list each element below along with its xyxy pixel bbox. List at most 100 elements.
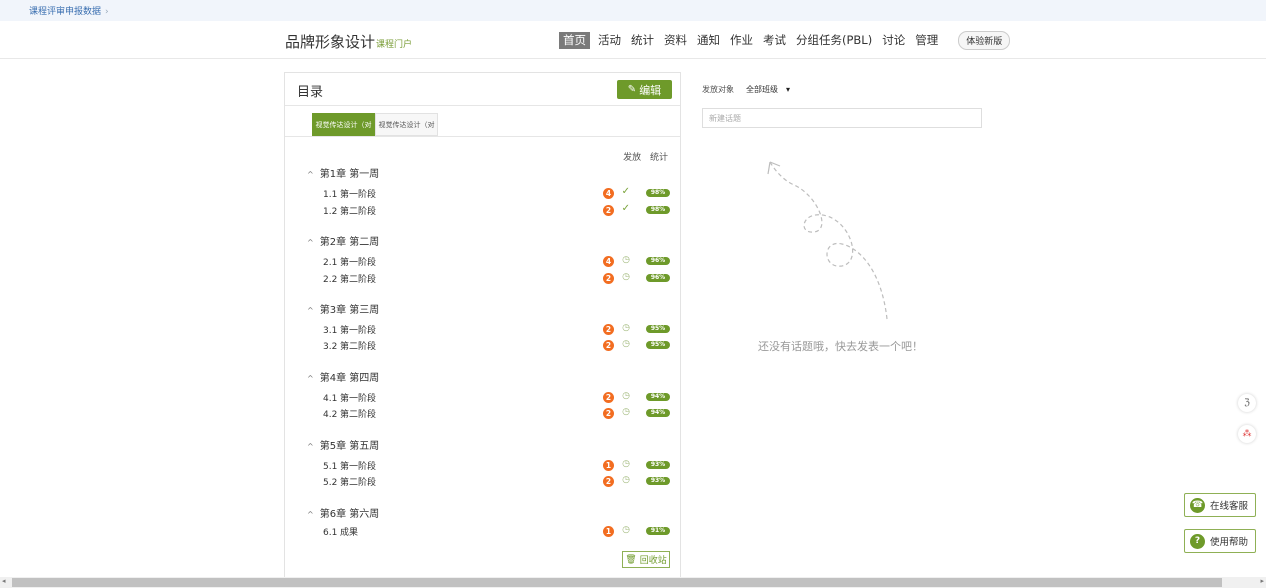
clock-icon: ◷ [622,391,630,401]
count-badge: 2 [603,205,614,216]
chapter-title[interactable]: ^ 第1章 第一周 [307,165,379,180]
clock-icon: ◷ [622,525,630,535]
network-icon[interactable]: ⁂ [1238,425,1256,443]
clock-icon: ◷ [622,407,630,417]
chapter-title[interactable]: ^ 第5章 第五周 [307,437,379,452]
catalog-header: 目录 ✎ 编辑 [285,73,680,106]
section-item[interactable]: 5.1 第一阶段 1 ◷ 93% [323,459,670,473]
nav-materials[interactable]: 资料 [662,32,689,49]
scrollbar-thumb[interactable] [12,578,1222,587]
edit-button[interactable]: ✎ 编辑 [617,80,672,99]
section-number: 4.2 [323,410,338,420]
scroll-right-arrow-icon[interactable]: ▸ [1260,577,1264,585]
section-name: 成果 [340,528,359,538]
chapter: ^ 第4章 第四周 4.1 第一阶段 2 ◷ 94% 4.2 第二阶段 2 ◷ 94% [285,367,680,435]
completion-percent[interactable]: 96% [646,257,670,265]
nav-homework[interactable]: 作业 [728,32,755,49]
section-item[interactable]: 3.1 第一阶段 2 ◷ 95% [323,323,670,337]
section-item[interactable]: 3.2 第二阶段 2 ◷ 95% [323,339,670,353]
nav-exam[interactable]: 考试 [761,32,788,49]
completion-percent[interactable]: 95% [646,341,670,349]
completion-percent[interactable]: 91% [646,527,670,535]
chapter: ^ 第6章 第六周 6.1 成果 1 ◷ 91% [285,503,680,553]
chapter-title-text: 第4章 第四周 [319,373,380,384]
class-tab[interactable]: 视觉传达设计（对 [312,113,375,136]
divider [285,136,680,137]
horizontal-scrollbar[interactable]: ◂ ▸ [0,577,1266,588]
main-nav: 首页 活动 统计 资料 通知 作业 考试 分组任务(PBL) 讨论 管理 体验新… [559,31,1011,50]
clock-icon: ◷ [622,255,630,265]
section-number: 2.2 [323,275,338,285]
nav-home[interactable]: 首页 [559,32,590,49]
chapter-title[interactable]: ^ 第2章 第二周 [307,233,379,248]
help-button[interactable]: ? 使用帮助 [1184,529,1256,553]
section-item[interactable]: 2.1 第一阶段 4 ◷ 96% [323,255,670,269]
course-portal-link[interactable]: 课程门户 [376,40,412,50]
headset-icon: ☎ [1190,497,1205,513]
section-item[interactable]: 2.2 第二阶段 2 ◷ 96% [323,272,670,286]
section-name: 第一阶段 [340,326,377,336]
online-service-label: 在线客服 [1210,501,1249,512]
count-badge: 2 [603,340,614,351]
completion-percent[interactable]: 95% [646,325,670,333]
completion-percent[interactable]: 96% [646,274,670,282]
translate-icon[interactable]: ℨ [1238,394,1256,412]
completion-percent[interactable]: 94% [646,409,670,417]
class-tab[interactable]: 视觉传达设计（对 [375,113,438,136]
section-item[interactable]: 1.2 第二阶段 2 ✓ 98% [323,203,670,218]
chevron-up-icon[interactable]: ^ [307,170,314,179]
completion-percent[interactable]: 94% [646,393,670,401]
edit-label: 编辑 [639,83,662,97]
section-item[interactable]: 4.1 第一阶段 2 ◷ 94% [323,391,670,405]
completion-percent[interactable]: 98% [646,189,670,197]
count-badge: 1 [603,460,614,471]
breadcrumb-label[interactable]: 课程评审申报数据 [29,7,101,17]
section-item[interactable]: 5.2 第二阶段 2 ◷ 93% [323,475,670,489]
scroll-left-arrow-icon[interactable]: ◂ [2,577,6,585]
section-name: 第一阶段 [340,462,377,472]
completion-percent[interactable]: 93% [646,477,670,485]
chapter-title[interactable]: ^ 第6章 第六周 [307,505,379,520]
section-number: 3.1 [323,326,338,336]
section-name: 第二阶段 [340,410,377,420]
section-item[interactable]: 4.2 第二阶段 2 ◷ 94% [323,407,670,421]
nav-notice[interactable]: 通知 [695,32,722,49]
section-item[interactable]: 6.1 成果 1 ◷ 91% [323,525,670,539]
nav-group-task[interactable]: 分组任务(PBL) [794,32,874,49]
section-name: 第二阶段 [340,275,377,285]
chevron-up-icon[interactable]: ^ [307,510,314,519]
breadcrumb[interactable]: 课程评审申报数据 › [29,4,109,17]
chapter: ^ 第1章 第一周 1.1 第一阶段 4 ✓ 98% 1.2 第二阶段 2 ✓ 98% [285,163,680,231]
target-value: 全部班级 [746,85,778,94]
nav-activity[interactable]: 活动 [596,32,623,49]
target-select[interactable]: 全部班级 ▾ [746,84,790,95]
chevron-up-icon[interactable]: ^ [307,442,314,451]
nav-discussion[interactable]: 讨论 [880,32,907,49]
recycle-bin-label: 回收站 [639,556,667,566]
col-publish: 发放 [623,153,642,163]
nav-stats[interactable]: 统计 [629,32,656,49]
chevron-up-icon[interactable]: ^ [307,374,314,383]
course-header: 品牌形象设计课程门户 首页 活动 统计 资料 通知 作业 考试 分组任务(PBL… [0,21,1266,59]
section-number: 2.1 [323,258,338,268]
section-number: 3.2 [323,342,338,352]
count-badge: 2 [603,476,614,487]
clock-icon: ◷ [622,475,630,485]
chevron-up-icon[interactable]: ^ [307,238,314,247]
new-version-button[interactable]: 体验新版 [958,31,1011,50]
recycle-bin-button[interactable]: 🗑 回收站 [622,551,670,568]
new-topic-input[interactable]: 新建话题 [702,108,982,128]
nav-manage[interactable]: 管理 [913,32,940,49]
completion-percent[interactable]: 98% [646,206,670,214]
chapter-title[interactable]: ^ 第3章 第三周 [307,301,379,316]
chapter-title[interactable]: ^ 第4章 第四周 [307,369,379,384]
check-icon: ✓ [621,203,630,214]
section-number: 1.2 [323,207,338,217]
completion-percent[interactable]: 93% [646,461,670,469]
count-badge: 2 [603,324,614,335]
check-icon: ✓ [621,186,630,197]
section-item[interactable]: 1.1 第一阶段 4 ✓ 98% [323,186,670,201]
chevron-up-icon[interactable]: ^ [307,306,314,315]
clock-icon: ◷ [622,323,630,333]
online-service-button[interactable]: ☎ 在线客服 [1184,493,1256,517]
